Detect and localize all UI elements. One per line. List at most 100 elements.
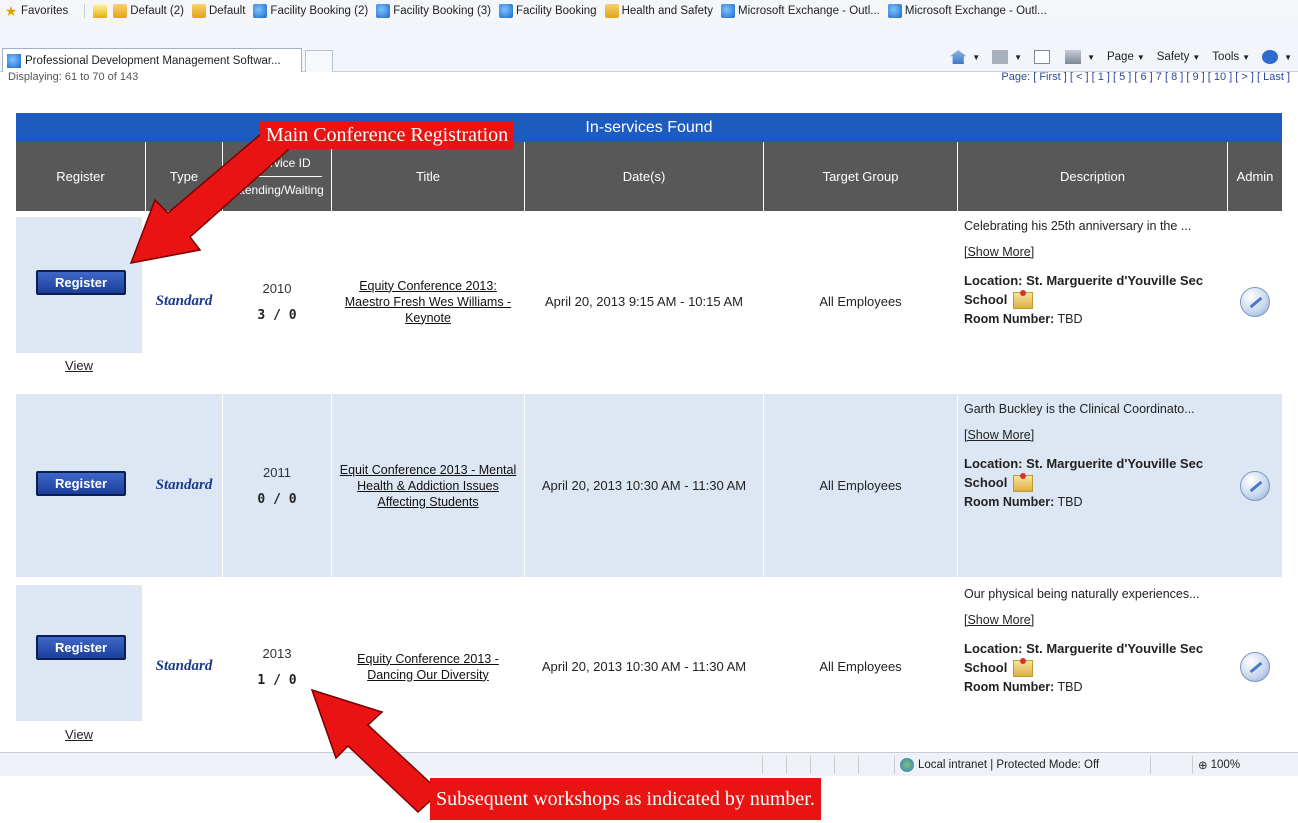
favorite-link[interactable]: Default (2)	[113, 4, 184, 18]
show-more-link[interactable]: [Show More]	[964, 245, 1222, 259]
id-cell: 2010 3 / 0	[223, 211, 332, 392]
description-teaser: Garth Buckley is the Clinical Coordinato…	[964, 402, 1195, 416]
header-dates: Date(s)	[525, 142, 764, 211]
target-group: All Employees	[764, 394, 958, 577]
zone-text: Local intranet | Protected Mode: Off	[918, 759, 1100, 771]
status-divider	[810, 756, 811, 774]
attending-waiting: 0 / 0	[257, 491, 297, 507]
favorite-link[interactable]: Facility Booking (2)	[253, 4, 368, 18]
show-more-link[interactable]: [Show More]	[964, 428, 1222, 442]
folder-icon	[191, 4, 206, 18]
feed-icon	[992, 50, 1009, 64]
id-stack: 2010 3 / 0	[257, 281, 296, 323]
title-link[interactable]: Equity Conference 2013: Maestro Fresh We…	[332, 278, 524, 326]
favorites-button[interactable]: ★ Favorites	[4, 4, 69, 18]
room-number: Room Number: TBD	[964, 680, 1222, 694]
tools-menu[interactable]: Tools ▼	[1212, 51, 1250, 63]
id-stack: 2011 0 / 0	[257, 465, 296, 507]
edit-icon[interactable]	[1240, 651, 1270, 682]
description-cell: Celebrating his 25th anniversary in the …	[958, 211, 1228, 392]
room-label: Room Number:	[964, 495, 1055, 510]
folder-icon	[604, 4, 619, 18]
admin-cell	[1228, 579, 1282, 752]
ie-icon	[499, 4, 514, 18]
header-admin: Admin	[1228, 142, 1282, 211]
id-cell: 2011 0 / 0	[223, 394, 332, 577]
favorite-link[interactable]: Default	[191, 4, 246, 18]
map-icon[interactable]	[1013, 658, 1034, 678]
room-value: TBD	[1057, 312, 1083, 327]
description-cell: Our physical being naturally experiences…	[958, 579, 1228, 752]
admin-cell	[1228, 211, 1282, 392]
folder-icon	[113, 4, 128, 18]
title-link[interactable]: Equity Conference 2013 - Dancing Our Div…	[332, 651, 524, 683]
date-cell: April 20, 2013 10:30 AM - 11:30 AM	[525, 579, 764, 752]
location: Location: St. Marguerite d'Youville Sec …	[964, 271, 1222, 310]
ie-icon	[720, 4, 735, 18]
annotation-subsequent-workshops: Subsequent workshops as indicated by num…	[430, 778, 821, 820]
map-icon[interactable]	[1013, 290, 1034, 310]
new-tab-button[interactable]	[305, 50, 333, 72]
ie-icon	[7, 53, 21, 68]
description-teaser: Celebrating his 25th anniversary in the …	[964, 219, 1192, 233]
target-group: All Employees	[764, 579, 958, 752]
date-cell: April 20, 2013 10:30 AM - 11:30 AM	[525, 394, 764, 577]
page-content: Displaying: 61 to 70 of 143 Page: [ Firs…	[0, 72, 1298, 752]
show-more-link[interactable]: [Show More]	[964, 613, 1222, 627]
mail-button[interactable]	[1034, 50, 1053, 64]
home-icon	[950, 50, 967, 64]
favorite-link[interactable]: Microsoft Exchange - Outl...	[887, 4, 1047, 18]
location: Location: St. Marguerite d'Youville Sec …	[964, 639, 1222, 678]
register-button[interactable]: Register	[36, 471, 126, 496]
status-divider	[762, 756, 763, 774]
room-value: TBD	[1057, 680, 1083, 695]
date-cell: April 20, 2013 9:15 AM - 10:15 AM	[525, 211, 764, 392]
target-group: All Employees	[764, 211, 958, 392]
type-label: Standard	[146, 394, 223, 577]
ie-icon	[253, 4, 268, 18]
view-link[interactable]: View	[16, 358, 142, 373]
view-link[interactable]: View	[16, 727, 142, 742]
title-cell: Equity Conference 2013: Maestro Fresh We…	[332, 211, 525, 392]
zoom-control[interactable]: ⊕ 100%	[1198, 758, 1240, 772]
pager[interactable]: Page: [ First ] [ < ] [ 1 ] [ 5 ] [ 6 ] …	[1001, 72, 1290, 84]
favorite-link[interactable]: Facility Booking (3)	[376, 4, 491, 18]
location-text: Location: St. Marguerite d'Youville Sec …	[964, 273, 1204, 307]
chevron-down-icon: ▼	[1192, 52, 1201, 62]
print-button[interactable]: ▼	[1065, 50, 1095, 64]
browser-tab[interactable]: Professional Development Management Soft…	[2, 48, 302, 72]
table-row: Register View Standard 2013 1 / 0 Equity…	[16, 579, 1282, 752]
favorite-label: Microsoft Exchange - Outl...	[904, 5, 1047, 17]
table-row: Register Standard 2011 0 / 0 Equit Confe…	[16, 394, 1282, 577]
register-button[interactable]: Register	[36, 635, 126, 660]
attending-waiting: 3 / 0	[257, 307, 297, 323]
id-stack: 2013 1 / 0	[257, 646, 296, 688]
title-cell: Equit Conference 2013 - Mental Health & …	[332, 394, 525, 577]
description-cell: Garth Buckley is the Clinical Coordinato…	[958, 394, 1228, 577]
status-bar: Local intranet | Protected Mode: Off ⊕ 1…	[0, 752, 1298, 776]
title-link[interactable]: Equit Conference 2013 - Mental Health & …	[332, 462, 524, 510]
room-number: Room Number: TBD	[964, 495, 1222, 509]
home-button[interactable]: ▼	[950, 50, 980, 64]
help-button[interactable]: ▼	[1262, 50, 1292, 64]
register-button[interactable]: Register	[36, 270, 126, 295]
page-menu[interactable]: Page ▼	[1107, 51, 1145, 63]
edit-icon[interactable]	[1240, 286, 1270, 317]
feeds-button[interactable]: ▼	[992, 50, 1022, 64]
favorite-link[interactable]: Health and Safety	[604, 4, 713, 18]
results-banner: In-services Found	[16, 113, 1282, 142]
status-divider	[1150, 756, 1151, 774]
edit-icon[interactable]	[1240, 470, 1270, 501]
id-cell: 2013 1 / 0	[223, 579, 332, 752]
chevron-down-icon: ▼	[1087, 52, 1095, 62]
tools-menu-label: Tools	[1212, 51, 1240, 63]
safety-menu[interactable]: Safety ▼	[1157, 51, 1201, 63]
favorite-link[interactable]: Microsoft Exchange - Outl...	[720, 4, 880, 18]
add-favorite-icon[interactable]	[93, 4, 108, 18]
annotation-main-registration: Main Conference Registration	[260, 121, 515, 149]
security-zone[interactable]: Local intranet | Protected Mode: Off	[900, 758, 1099, 772]
favorite-label: Default	[208, 5, 246, 17]
map-icon[interactable]	[1013, 473, 1034, 493]
favorite-label: Facility Booking (2)	[270, 5, 369, 17]
favorite-link[interactable]: Facility Booking	[499, 4, 597, 18]
